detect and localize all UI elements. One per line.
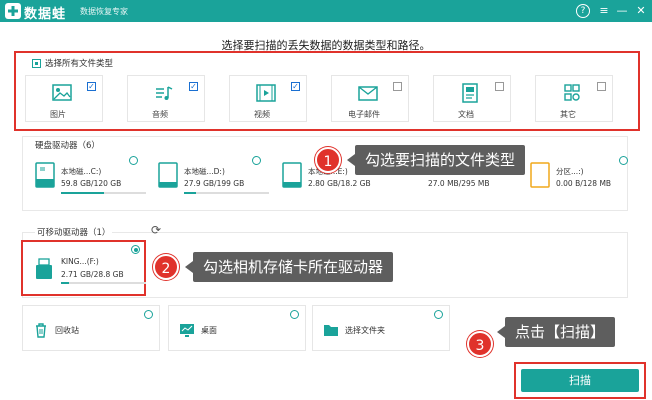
drive-f-king[interactable]: KING...(F:) 2.71 GB/28.8 GB — [35, 257, 146, 289]
hard-drives-title: 硬盘驱动器（6） — [35, 141, 100, 151]
menu-button[interactable]: ≡ — [596, 3, 612, 19]
filetype-checkbox[interactable] — [393, 82, 402, 91]
close-button[interactable]: ✕ — [633, 3, 649, 19]
filetype-checkbox[interactable] — [597, 82, 606, 91]
drive-d[interactable]: 本地磁...D:) 27.9 GB/199 GB — [158, 162, 269, 198]
drive-size: 2.71 GB/28.8 GB — [61, 270, 124, 279]
drive-usage-fill — [61, 282, 69, 284]
step-1-marker: 1 — [315, 147, 341, 173]
filetype-label: 电子邮件 — [348, 110, 380, 119]
refresh-icon[interactable]: ⟳ — [151, 223, 161, 237]
drive-name: 本地磁...D:) — [184, 167, 225, 176]
drive-name: KING...(F:) — [61, 257, 99, 266]
image-icon — [52, 84, 72, 101]
step-3-callout: 点击【扫描】 — [496, 317, 616, 347]
drive-name: 分区...:) — [556, 167, 584, 176]
drive-usage-fill — [184, 192, 196, 194]
hard-disk-icon — [282, 162, 302, 188]
removable-drives-title: 可移动驱动器（1） — [35, 226, 113, 238]
select-all-label: 选择所有文件类型 — [45, 59, 114, 69]
folder-icon — [324, 325, 338, 336]
step-3-marker: 3 — [467, 331, 493, 357]
filetype-document[interactable]: 文档 — [433, 75, 511, 122]
filetype-checkbox[interactable]: ✓ — [189, 82, 198, 91]
drive-f-radio[interactable] — [131, 245, 140, 254]
document-icon — [462, 83, 478, 103]
filetype-label: 视频 — [254, 110, 270, 119]
minimize-button[interactable]: — — [614, 3, 630, 19]
drive-name: 本地磁...C:) — [61, 167, 102, 176]
partition-icon — [530, 162, 550, 188]
app-logo-icon — [5, 3, 21, 19]
step-2-callout: 勾选相机存储卡所在驱动器 — [184, 252, 394, 282]
drive-d-radio[interactable] — [252, 156, 261, 165]
drive-c[interactable]: 本地磁...C:) 59.8 GB/120 GB — [35, 162, 146, 198]
location-radio[interactable] — [434, 310, 443, 319]
location-recycle-bin[interactable]: 回收站 — [22, 305, 160, 351]
filetype-checkbox[interactable]: ✓ — [87, 82, 96, 91]
drive-usage-fill — [61, 192, 104, 194]
location-label: 桌面 — [201, 326, 217, 335]
location-choose-folder[interactable]: 选择文件夹 — [312, 305, 450, 351]
filetype-email[interactable]: 电子邮件 — [331, 75, 409, 122]
drive-size: 59.8 GB/120 GB — [61, 179, 122, 188]
filetype-label: 其它 — [560, 110, 576, 119]
location-radio[interactable] — [144, 310, 153, 319]
drive-size: 27.0 MB/295 MB — [428, 179, 490, 188]
music-icon — [156, 86, 173, 100]
filetype-other[interactable]: 其它 — [535, 75, 613, 122]
help-button[interactable]: ? — [576, 4, 590, 18]
mail-icon — [358, 86, 378, 101]
other-icon — [564, 84, 580, 101]
scan-button-highlight: 扫描 — [514, 362, 646, 399]
location-label: 选择文件夹 — [345, 326, 385, 335]
drive-usage-bar — [61, 192, 146, 194]
filetype-audio[interactable]: 音频 ✓ — [127, 75, 205, 122]
hard-disk-icon — [158, 162, 178, 188]
recycle-bin-icon — [36, 323, 46, 338]
filetype-label: 图片 — [50, 110, 66, 119]
hard-disk-icon — [35, 162, 55, 188]
filetype-label: 文档 — [458, 110, 474, 119]
step-2-marker: 2 — [153, 254, 179, 280]
filetype-video[interactable]: 视频 ✓ — [229, 75, 307, 122]
usb-drive-icon — [36, 258, 52, 279]
video-icon — [256, 84, 276, 102]
drive-usage-bar — [184, 192, 269, 194]
location-desktop[interactable]: 桌面 — [168, 305, 306, 351]
select-all-checkbox[interactable]: 选择所有文件类型 — [32, 57, 113, 69]
title-bar: 数据蛙 数据恢复专家 ? ≡ — ✕ — [0, 0, 652, 22]
drive-size: 27.9 GB/199 GB — [184, 179, 245, 188]
scan-button[interactable]: 扫描 — [521, 369, 639, 392]
select-all-check-icon — [32, 58, 41, 68]
location-label: 回收站 — [55, 326, 79, 335]
drive-usage-bar — [61, 282, 146, 284]
app-brand: 数据蛙 — [24, 7, 67, 22]
desktop-icon — [180, 324, 194, 337]
drive-size: 0.00 B/128 MB — [556, 179, 612, 188]
drive-c-radio[interactable] — [129, 156, 138, 165]
step-1-callout: 勾选要扫描的文件类型 — [346, 145, 526, 175]
drive-partition-5-radio[interactable] — [619, 156, 628, 165]
drive-partition-5[interactable]: 分区...:) 0.00 B/128 MB — [530, 162, 630, 198]
location-radio[interactable] — [290, 310, 299, 319]
filetype-checkbox[interactable]: ✓ — [291, 82, 300, 91]
filetype-image[interactable]: 图片 ✓ — [25, 75, 103, 122]
filetype-checkbox[interactable] — [495, 82, 504, 91]
app-slogan: 数据恢复专家 — [80, 7, 128, 16]
drive-size: 2.80 GB/18.2 GB — [308, 179, 371, 188]
filetype-label: 音频 — [152, 110, 168, 119]
